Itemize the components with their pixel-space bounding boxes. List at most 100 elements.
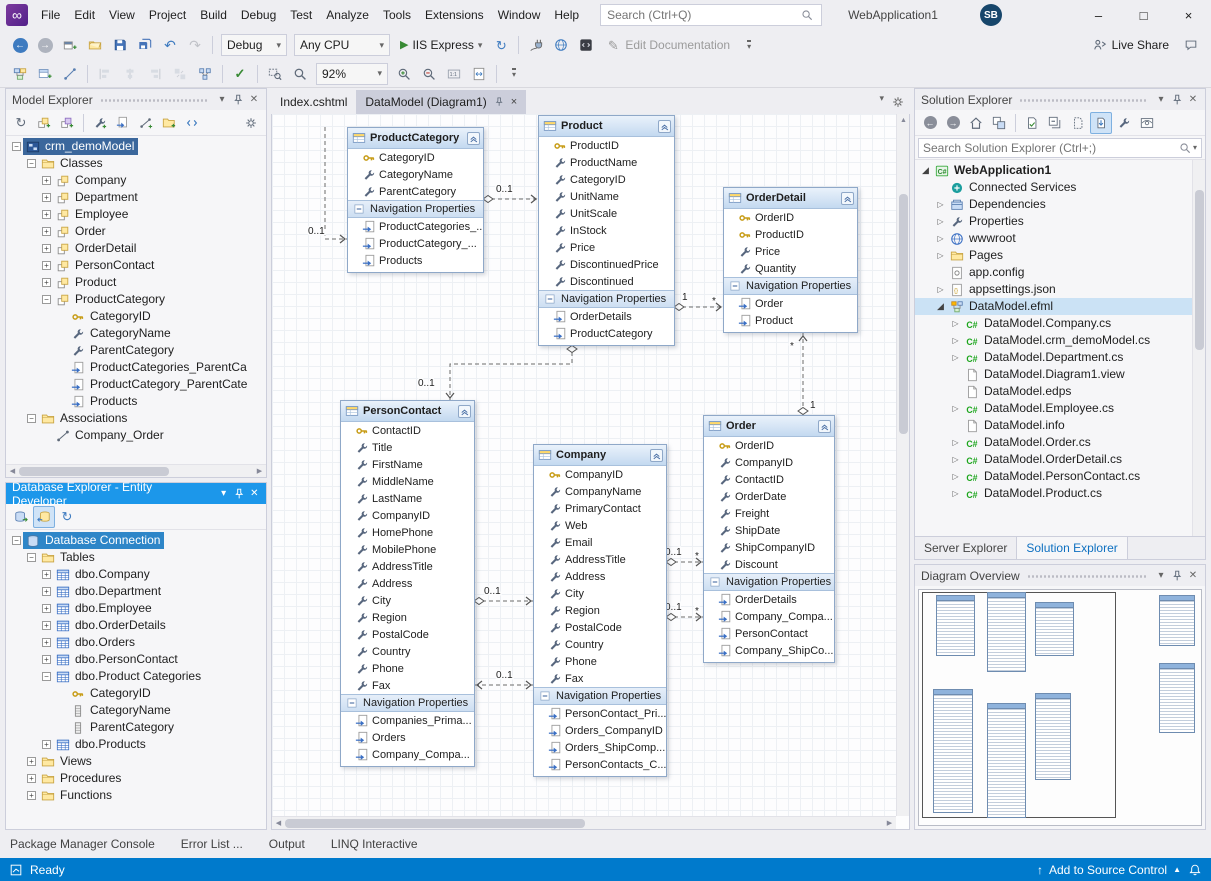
magnifier-button[interactable] bbox=[288, 62, 312, 86]
close-icon[interactable]: ✕ bbox=[246, 92, 262, 108]
entity-company[interactable]: CompanyCompanyIDCompanyNamePrimaryContac… bbox=[533, 444, 667, 777]
entity-property[interactable]: CompanyID bbox=[534, 466, 666, 483]
entity-property[interactable]: Phone bbox=[341, 660, 474, 677]
entity-navigation-property[interactable]: Company_ShipCo... bbox=[704, 642, 834, 659]
expander-icon[interactable]: ▷ bbox=[949, 472, 962, 481]
menu-project[interactable]: Project bbox=[142, 4, 193, 26]
generate-model-button[interactable] bbox=[10, 506, 32, 528]
add-association-button[interactable] bbox=[135, 112, 157, 134]
preview-selected-button[interactable] bbox=[1136, 112, 1158, 134]
tree-item-categoryid[interactable]: CategoryID bbox=[6, 308, 266, 325]
entity-navigation-property[interactable]: Company_Compa... bbox=[704, 608, 834, 625]
tree-item-datamodel-order-cs[interactable]: ▷C#DataModel.Order.cs bbox=[915, 434, 1205, 451]
entity-property[interactable]: InStock bbox=[539, 222, 674, 239]
entity-navigation-property[interactable]: Product bbox=[724, 312, 857, 329]
tree-item-datamodel-orderdetail-cs[interactable]: ▷C#DataModel.OrderDetail.cs bbox=[915, 451, 1205, 468]
expander-icon[interactable]: ▷ bbox=[949, 489, 962, 498]
expander-icon[interactable]: ▷ bbox=[949, 336, 962, 345]
expander-icon[interactable]: + bbox=[40, 655, 53, 664]
menu-build[interactable]: Build bbox=[193, 4, 234, 26]
source-control-chevron-icon[interactable]: ▲ bbox=[1173, 865, 1181, 874]
entity-navigation-property[interactable]: PersonContact_Pri... bbox=[534, 705, 666, 722]
collapse-all-button[interactable] bbox=[1044, 112, 1066, 134]
navigation-properties-header[interactable]: Navigation Properties bbox=[534, 687, 666, 705]
gear-icon[interactable] bbox=[890, 94, 906, 110]
expander-icon[interactable]: + bbox=[40, 638, 53, 647]
entity-property[interactable]: MiddleName bbox=[341, 473, 474, 490]
tree-item-dependencies[interactable]: ▷Dependencies bbox=[915, 196, 1205, 213]
scroll-left-icon[interactable]: ◀ bbox=[6, 465, 19, 478]
background-tasks-icon[interactable] bbox=[8, 862, 24, 878]
notifications-bell-icon[interactable] bbox=[1187, 862, 1203, 878]
expander-icon[interactable]: ▷ bbox=[949, 319, 962, 328]
expander-icon[interactable]: + bbox=[40, 210, 53, 219]
zoom-100-button[interactable]: 1:1 bbox=[442, 62, 466, 86]
entity-productcategory[interactable]: ProductCategoryCategoryIDCategoryNamePar… bbox=[347, 127, 484, 273]
entity-property[interactable]: OrderDate bbox=[704, 488, 834, 505]
entity-property[interactable]: OrderID bbox=[724, 209, 857, 226]
scroll-thumb[interactable] bbox=[899, 194, 908, 434]
navigation-properties-header[interactable]: Navigation Properties bbox=[724, 277, 857, 295]
save-button[interactable] bbox=[108, 33, 132, 57]
refresh-button[interactable]: ↻ bbox=[56, 506, 78, 528]
expander-icon[interactable]: ▷ bbox=[934, 251, 947, 260]
expander-icon[interactable]: ▷ bbox=[934, 200, 947, 209]
entity-navigation-property[interactable]: PersonContact bbox=[704, 625, 834, 642]
entity-property[interactable]: Address bbox=[341, 575, 474, 592]
undo-button[interactable]: ↶ bbox=[158, 33, 182, 57]
entity-property[interactable]: FirstName bbox=[341, 456, 474, 473]
pin-icon[interactable] bbox=[230, 92, 246, 108]
tree-item-database-connection[interactable]: −Database Connection bbox=[6, 532, 266, 549]
add-association-tool-button[interactable] bbox=[58, 62, 82, 86]
entity-property[interactable]: CompanyName bbox=[534, 483, 666, 500]
expander-icon[interactable]: − bbox=[40, 295, 53, 304]
add-enum-button[interactable] bbox=[56, 112, 78, 134]
tree-item-associations[interactable]: −Associations bbox=[6, 410, 266, 427]
navigation-properties-header[interactable]: Navigation Properties bbox=[704, 573, 834, 591]
nav-forward-sm-button[interactable]: → bbox=[942, 112, 964, 134]
add-property-button[interactable] bbox=[89, 112, 111, 134]
nav-back-button[interactable]: ← bbox=[8, 33, 32, 57]
entity-header[interactable]: OrderDetail bbox=[724, 188, 857, 209]
tree-item-properties[interactable]: ▷Properties bbox=[915, 213, 1205, 230]
chevron-down-icon[interactable]: ▾ bbox=[214, 92, 230, 108]
minimize-button[interactable]: – bbox=[1076, 0, 1121, 30]
add-entity-button[interactable] bbox=[33, 62, 57, 86]
generate-code-button[interactable] bbox=[181, 112, 203, 134]
tree-item-dbo-department[interactable]: +dbo.Department bbox=[6, 583, 266, 600]
entity-property[interactable]: ProductID bbox=[724, 226, 857, 243]
add-to-source-control-button[interactable]: Add to Source Control bbox=[1049, 863, 1167, 877]
layout-diagram-button[interactable] bbox=[193, 62, 217, 86]
solution-explorer-header[interactable]: Solution Explorer ▾ ✕ bbox=[915, 89, 1205, 110]
tree-item-productcategory-parentcate[interactable]: ProductCategory_ParentCate bbox=[6, 376, 266, 393]
tree-item-datamodel-employee-cs[interactable]: ▷C#DataModel.Employee.cs bbox=[915, 400, 1205, 417]
expander-icon[interactable]: + bbox=[40, 570, 53, 579]
zoom-level-select[interactable]: 92%▾ bbox=[316, 63, 388, 85]
entity-property[interactable]: City bbox=[534, 585, 666, 602]
collapse-entity-button[interactable] bbox=[841, 192, 854, 205]
scroll-right-icon[interactable]: ▶ bbox=[883, 817, 896, 830]
expander-icon[interactable]: ▷ bbox=[949, 404, 962, 413]
scroll-up-icon[interactable]: ▲ bbox=[897, 114, 910, 127]
entity-header[interactable]: Product bbox=[539, 116, 674, 137]
code-map-button[interactable] bbox=[574, 33, 598, 57]
entity-navigation-property[interactable]: Company_Compa... bbox=[341, 746, 474, 763]
tree-item-dbo-personcontact[interactable]: +dbo.PersonContact bbox=[6, 651, 266, 668]
collapse-entity-button[interactable] bbox=[458, 405, 471, 418]
scroll-right-icon[interactable]: ▶ bbox=[253, 465, 266, 478]
diagram-minimap[interactable] bbox=[918, 589, 1202, 826]
expander-icon[interactable]: + bbox=[40, 244, 53, 253]
entity-property[interactable]: Country bbox=[341, 643, 474, 660]
active-files-chevron-icon[interactable]: ▾ bbox=[879, 94, 884, 110]
entity-property[interactable]: ShipCompanyID bbox=[704, 539, 834, 556]
panel-tab-linq-interactive[interactable]: LINQ Interactive bbox=[331, 837, 418, 851]
start-iis-express-button[interactable]: ▶IIS Express▾ bbox=[394, 33, 488, 57]
feedback-button[interactable] bbox=[1179, 33, 1203, 57]
expander-icon[interactable]: + bbox=[40, 740, 53, 749]
scroll-thumb[interactable] bbox=[19, 467, 169, 476]
show-all-files-button[interactable] bbox=[1067, 112, 1089, 134]
expander-icon[interactable]: − bbox=[10, 142, 23, 151]
tree-item-appsettings-json[interactable]: ▷{}appsettings.json bbox=[915, 281, 1205, 298]
fit-to-page-button[interactable] bbox=[467, 62, 491, 86]
menu-view[interactable]: View bbox=[102, 4, 142, 26]
